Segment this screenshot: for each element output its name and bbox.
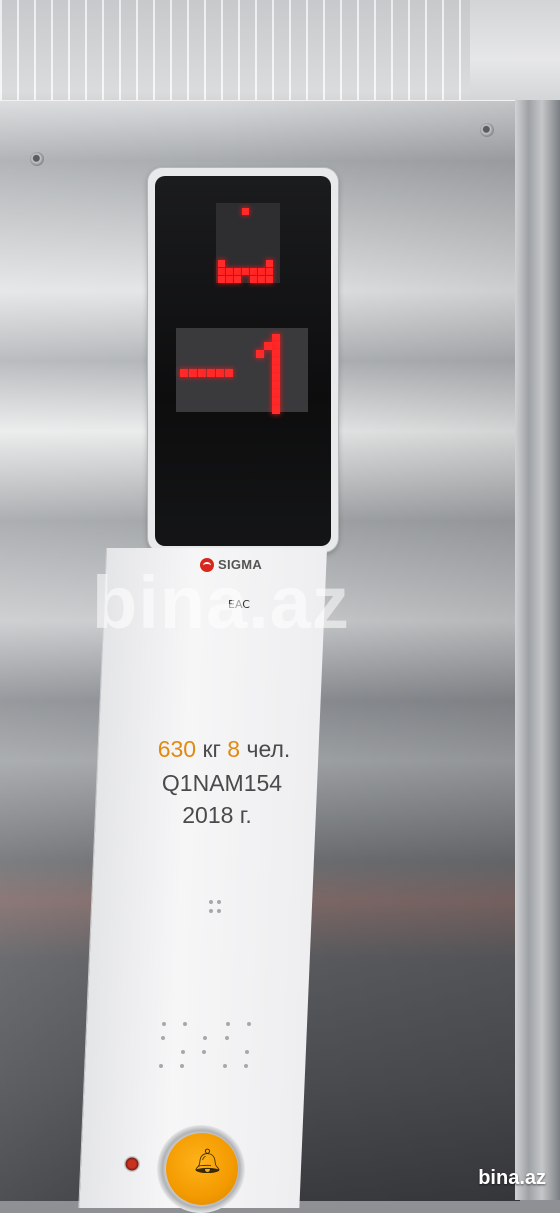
screw [30,152,44,166]
led-dot [234,268,241,275]
braille-dot [181,1050,185,1054]
faceplate [78,548,328,1208]
braille-dot [247,1022,251,1026]
led-dot [226,276,233,283]
braille-dot [217,900,221,904]
braille-dot [203,1036,207,1040]
led-dot [242,268,249,275]
model-number: Q1NAM154 [161,770,283,796]
led-dot [266,276,273,283]
braille-dot [225,1036,229,1040]
led-dot [218,276,225,283]
screw [480,123,494,137]
braille-dot [209,909,213,913]
led-dot [258,276,265,283]
capacity-persons: 8 [227,736,241,762]
led-dot [226,268,233,275]
braille-dot [217,909,221,913]
braille-dot [159,1064,163,1068]
led-dot [266,260,273,267]
led-dot [242,208,249,215]
braille-dot [180,1064,184,1068]
watermark-corner: bina.az [478,1167,546,1189]
led-dot [266,268,273,275]
led-dot [218,268,225,275]
led-dot [250,276,257,283]
led-dot [218,260,225,267]
braille-dot [183,1022,187,1026]
capacity-line: 630 кг 8 чел. [124,736,324,763]
bell-icon: 🔔︎ [192,1147,223,1175]
led-dot [258,268,265,275]
braille-dot [244,1064,248,1068]
braille-dot [161,1036,165,1040]
panel-edge [515,100,560,1200]
capacity-kg: 630 [157,736,197,762]
manufacture-year: 2018 г. [182,802,252,828]
capacity-kg-unit: кг [202,736,221,762]
led-dot [234,276,241,283]
braille-dot [245,1050,249,1054]
braille-dot [209,900,213,904]
floor-number: -1 [176,328,308,412]
led-dot [250,268,257,275]
watermark: bina.az [92,561,350,644]
alarm-indicator-light [124,1156,140,1172]
braille-dot [223,1064,227,1068]
capacity-persons-unit: чел. [246,736,291,762]
braille-dot [202,1050,206,1054]
braille-dot [162,1022,166,1026]
braille-dot [226,1022,230,1026]
